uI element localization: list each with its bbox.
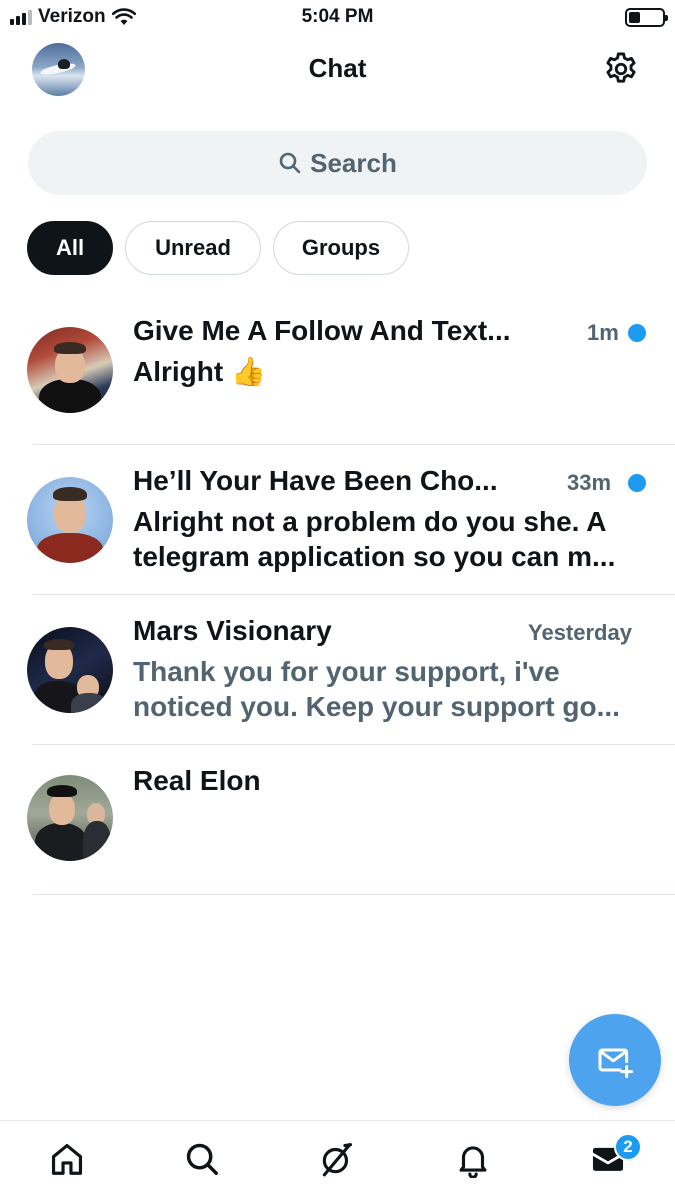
- status-time: 5:04 PM: [301, 6, 374, 27]
- conversation-preview: Alright not a problem do you she. A tele…: [133, 506, 616, 572]
- page-title: Chat: [308, 53, 367, 83]
- avatar: [27, 775, 113, 861]
- avatar: [27, 627, 113, 713]
- conversation-preview: Alright 👍: [133, 356, 266, 387]
- nav-home[interactable]: [47, 1139, 87, 1179]
- new-message-button[interactable]: [569, 1014, 661, 1106]
- settings-button[interactable]: [602, 50, 640, 88]
- conversation-name: Mars Visionary: [133, 615, 332, 646]
- conversation-item[interactable]: He’ll Your Have Been Cho... 33m Alright …: [0, 445, 675, 595]
- bottom-nav: [0, 1120, 675, 1200]
- conversation-name: Give Me A Follow And Text...: [133, 315, 511, 346]
- conversation-time: Yesterday: [528, 620, 632, 645]
- home-icon: [51, 1143, 83, 1175]
- avatar: [27, 327, 113, 413]
- gear-icon: [606, 52, 636, 83]
- conversation-item[interactable]: Real Elon: [0, 745, 675, 895]
- new-message-icon: [598, 1048, 634, 1079]
- filter-unread[interactable]: Unread: [125, 221, 261, 275]
- grok-icon: [322, 1143, 353, 1177]
- unread-dot: [628, 324, 646, 342]
- conversation-preview: Thank you for your support, i've noticed…: [133, 656, 620, 722]
- unread-dot: [628, 474, 646, 492]
- nav-grok[interactable]: [317, 1139, 357, 1179]
- conversation-name: He’ll Your Have Been Cho...: [133, 465, 498, 496]
- header: Chat: [0, 40, 675, 100]
- messages-badge: 2: [614, 1133, 642, 1161]
- conversation-time: 1m: [587, 320, 619, 345]
- search-icon: [279, 152, 301, 174]
- search-icon: [186, 1143, 218, 1175]
- bell-icon: [459, 1146, 487, 1178]
- nav-notifications[interactable]: [453, 1139, 493, 1179]
- filter-all[interactable]: All: [27, 221, 113, 275]
- nav-search[interactable]: [182, 1139, 222, 1179]
- divider: [33, 894, 675, 895]
- search-bar[interactable]: Search: [28, 131, 647, 195]
- filter-groups[interactable]: Groups: [273, 221, 409, 275]
- status-bar: Verizon 5:04 PM: [0, 0, 675, 36]
- battery-icon: [625, 8, 668, 27]
- conversation-item[interactable]: Give Me A Follow And Text... 1m Alright …: [0, 295, 675, 445]
- conversation-item[interactable]: Mars Visionary Yesterday Thank you for y…: [0, 595, 675, 745]
- conversation-time: 33m: [567, 470, 612, 495]
- search-label: Search: [310, 147, 397, 178]
- conversation-name: Real Elon: [133, 765, 261, 796]
- avatar: [27, 477, 113, 563]
